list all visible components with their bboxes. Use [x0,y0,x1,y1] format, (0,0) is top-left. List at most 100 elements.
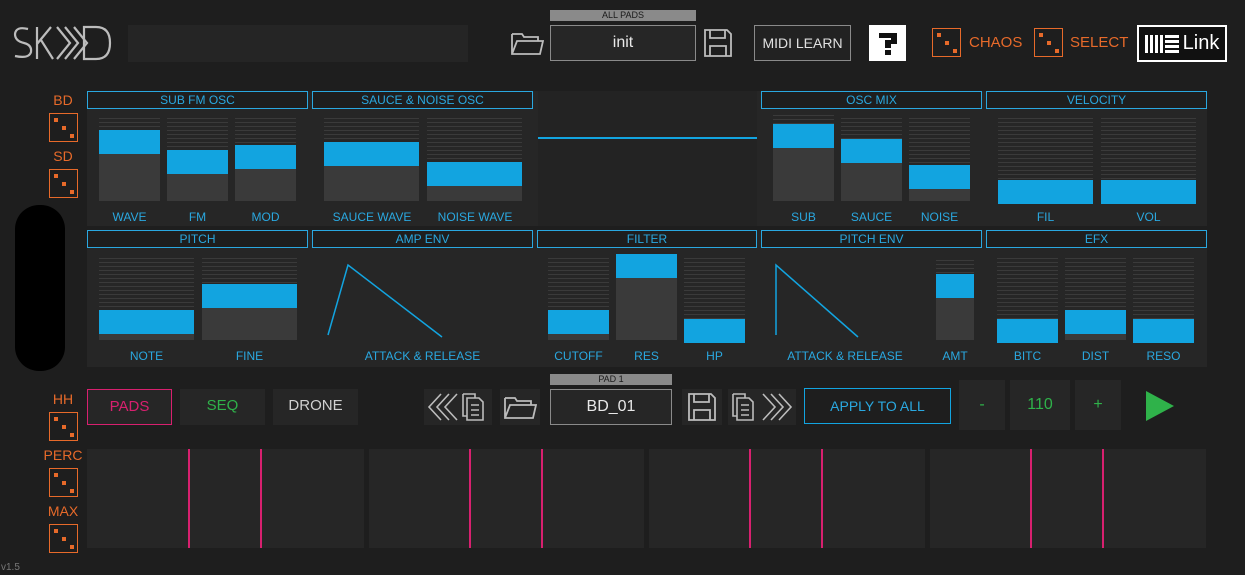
copy-next-icon [732,393,793,421]
midi-learn-button[interactable]: MIDI LEARN [754,25,851,61]
pad-label-hh: HH [52,391,74,407]
bpm-decrease-button[interactable]: - [959,380,1005,430]
question-icon [878,33,897,55]
pitch-title: PITCH [87,230,308,248]
step-marker [821,449,823,548]
reso-slider[interactable] [1133,258,1194,343]
res-label: RES [634,349,659,363]
sauce-wave-label: SAUCE WAVE [332,210,412,224]
pad-preset-display[interactable]: BD_01 [550,389,672,425]
step-marker [1102,449,1104,548]
step-marker [1030,449,1032,548]
tab-seq[interactable]: SEQ [180,389,265,425]
pad-caption: PAD 1 [550,374,672,385]
load-pad-button[interactable] [500,389,540,425]
hp-label: HP [706,349,723,363]
save-icon [688,393,716,421]
bpm-increase-button[interactable]: + [1075,380,1121,430]
fm-slider[interactable] [167,118,228,201]
pad-label-max: MAX [47,503,79,519]
fm-label: FM [188,210,207,224]
amt-slider[interactable] [936,260,974,340]
hp-slider[interactable] [684,258,745,343]
pitch-env-label: ATTACK & RELEASE [787,349,903,363]
vol-label: VOL [1136,210,1161,224]
noise-wave-slider[interactable] [427,118,522,201]
pitch-bend-wheel[interactable] [15,205,65,371]
step-group-1[interactable] [87,449,364,548]
ableton-logo-icon [1144,34,1179,53]
cutoff-slider[interactable] [548,258,609,340]
chaos-button[interactable]: CHAOS [969,34,1022,51]
wave-slider[interactable] [99,118,160,201]
preset-caption: ALL PADS [550,10,696,21]
open-folder-icon[interactable] [510,28,544,58]
step-marker [469,449,471,548]
folder-icon [504,397,537,419]
efx-title: EFX [986,230,1207,248]
sd-dice-icon[interactable] [49,169,78,198]
hh-dice-icon[interactable] [49,412,78,441]
cutoff-label: CUTOFF [554,349,603,363]
apply-to-all-button[interactable]: APPLY TO ALL [804,388,951,424]
fine-label: FINE [235,349,264,363]
perc-dice-icon[interactable] [49,468,78,497]
note-label: NOTE [129,349,164,363]
pad-label-perc: PERC [43,447,83,463]
velocity-title: VELOCITY [986,91,1207,109]
play-button[interactable] [1138,385,1182,427]
bd-dice-icon[interactable] [49,113,78,142]
note-slider[interactable] [99,258,194,340]
noise-label: NOISE [920,210,959,224]
select-button[interactable]: SELECT [1070,34,1128,51]
fil-label: FIL [1036,210,1055,224]
copy-next-pad-button[interactable] [728,389,796,425]
vol-slider[interactable] [1101,118,1196,204]
pitch-envelope-graph[interactable] [768,255,928,345]
amt-label: AMT [942,349,968,363]
amp-env-label: ATTACK & RELEASE [364,349,481,363]
reso-label: RESO [1146,349,1181,363]
waveform-display [538,91,757,226]
pad-label-bd: BD [53,92,73,108]
skdd-logo [13,25,112,61]
tab-pads[interactable]: PADS [87,389,172,425]
ableton-link-button[interactable]: Link [1137,25,1227,62]
copy-prev-icon [427,393,484,421]
sub-slider[interactable] [773,115,834,201]
res-slider[interactable] [616,254,677,340]
fine-slider[interactable] [202,258,297,340]
sauce-label: SAUCE [850,210,893,224]
step-group-4[interactable] [930,449,1206,548]
chaos-dice-icon[interactable] [932,28,961,57]
sauce-noise-osc-title: SAUCE & NOISE OSC [312,91,533,109]
dist-slider[interactable] [1065,258,1126,340]
step-group-2[interactable] [369,449,644,548]
osc-mix-title: OSC MIX [761,91,982,109]
noise-slider[interactable] [909,118,970,201]
fil-slider[interactable] [998,118,1093,204]
bitc-slider[interactable] [997,258,1058,343]
wave-label: WAVE [112,210,147,224]
help-button[interactable] [869,25,906,61]
pad-label-sd: SD [53,148,73,164]
step-group-3[interactable] [649,449,925,548]
save-pad-button[interactable] [682,389,722,425]
play-icon [1146,391,1174,421]
max-dice-icon[interactable] [49,524,78,553]
copy-prev-pad-button[interactable] [424,389,492,425]
preset-name-display[interactable]: init [550,25,696,61]
step-marker [260,449,262,548]
tab-drone[interactable]: DRONE [273,389,358,425]
mod-slider[interactable] [235,118,296,201]
select-dice-icon[interactable] [1034,28,1063,57]
sauce-wave-slider[interactable] [324,118,419,201]
pad-name-display[interactable] [128,25,468,62]
bitc-label: BITC [1013,349,1042,363]
sauce-slider[interactable] [841,118,902,201]
dist-label: DIST [1081,349,1110,363]
save-icon[interactable] [702,28,734,58]
bpm-value[interactable]: 110 [1010,380,1070,430]
amp-envelope-graph[interactable] [320,255,525,345]
step-marker [749,449,751,548]
